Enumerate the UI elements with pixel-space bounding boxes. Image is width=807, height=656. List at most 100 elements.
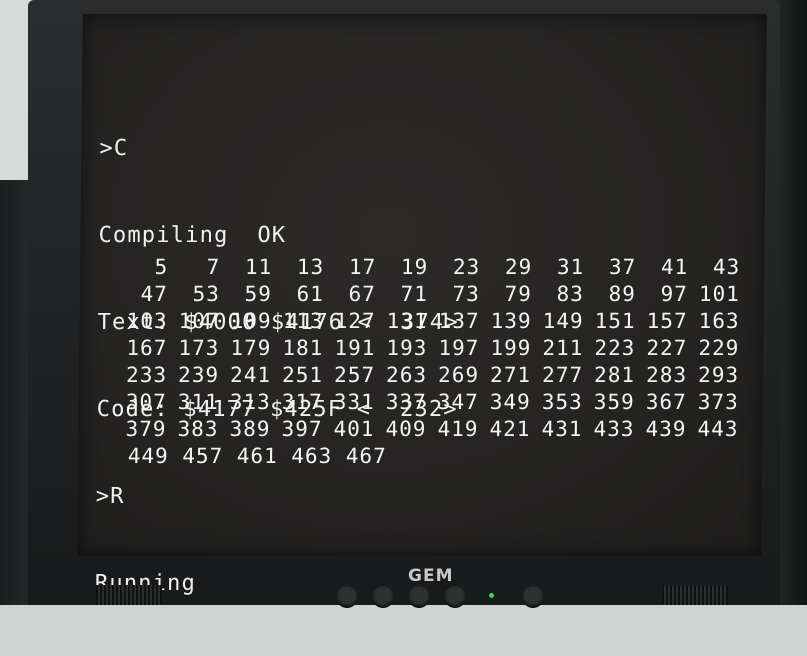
prime-value: 449 [127, 444, 169, 468]
prime-value: 157 [646, 309, 688, 333]
prime-value: 11 [244, 255, 273, 279]
prime-value: 41 [660, 255, 689, 279]
prime-value: 67 [348, 282, 377, 306]
prime-value: 307 [125, 390, 167, 414]
prime-value: 239 [177, 363, 220, 387]
brand-logo: GEM [408, 566, 454, 586]
prime-value: 457 [182, 444, 224, 468]
prime-value: 431 [541, 417, 583, 441]
prime-value: 233 [125, 363, 168, 387]
prime-value: 421 [489, 417, 531, 441]
prime-value: 317 [281, 390, 323, 414]
terminal-line-compiling: Compiling OK [98, 223, 287, 248]
power-led [489, 593, 494, 598]
prime-value: 401 [333, 417, 375, 441]
prime-value: 211 [542, 336, 584, 360]
prime-value: 61 [296, 282, 325, 306]
prime-value: 151 [594, 309, 636, 333]
prime-value: 463 [291, 444, 333, 468]
prime-value: 419 [437, 417, 479, 441]
prime-value: 109 [230, 309, 272, 333]
prime-value: 13 [296, 255, 325, 279]
prime-value: 359 [593, 390, 635, 414]
prime-value: 263 [385, 363, 428, 387]
prime-value: 397 [281, 417, 323, 441]
prime-row: 167 173 179 181 191 193 197 199 211 223 227 229 [115, 335, 739, 362]
prime-row: 379 383 389 397 401 409 419 421 431 433 439 443 [114, 416, 738, 443]
right-speaker-grille [662, 585, 728, 605]
prime-value: 367 [645, 390, 687, 414]
prime-value: 227 [646, 336, 688, 360]
prime-value: 53 [192, 282, 221, 306]
prime-value: 347 [437, 390, 479, 414]
prime-value: 383 [177, 417, 219, 441]
prime-value: 409 [385, 417, 427, 441]
prime-value: 19 [400, 255, 429, 279]
prime-value: 149 [542, 309, 584, 333]
prime-value: 373 [697, 390, 739, 414]
prime-value: 101 [698, 282, 741, 306]
prime-row: 307 311 313 317 331 337 347 349 353 359 367 373 [115, 389, 739, 416]
prime-value: 223 [594, 336, 636, 360]
prime-value: 181 [282, 336, 324, 360]
prime-value: 349 [489, 390, 531, 414]
prime-value: 353 [541, 390, 583, 414]
prime-value: 59 [244, 282, 273, 306]
prime-value: 433 [593, 417, 635, 441]
prime-value: 283 [645, 363, 688, 387]
prime-value: 29 [504, 255, 533, 279]
prime-value: 313 [229, 390, 271, 414]
prime-value: 293 [697, 363, 740, 387]
prime-value: 251 [281, 363, 324, 387]
prime-value: 443 [697, 417, 739, 441]
left-speaker-grille [96, 585, 162, 605]
prime-row: 47 53 59 61 67 71 73 79 83 89 97 101 [116, 281, 740, 308]
prime-row: 449 457 461 463 467 [114, 443, 738, 470]
prime-value: 311 [177, 390, 219, 414]
terminal-line-command-r: >R [95, 484, 125, 509]
prime-value: 331 [333, 390, 375, 414]
prime-value: 389 [229, 417, 271, 441]
prime-value: 439 [645, 417, 687, 441]
prime-value: 127 [334, 309, 376, 333]
prime-value: 199 [490, 336, 532, 360]
prime-value: 139 [490, 309, 532, 333]
prime-value: 7 [206, 255, 221, 279]
prime-value: 193 [386, 336, 428, 360]
prime-value: 173 [178, 336, 220, 360]
prime-value: 31 [556, 255, 585, 279]
prime-value: 197 [438, 336, 480, 360]
prime-value: 337 [385, 390, 427, 414]
prime-value: 73 [452, 282, 481, 306]
prime-value: 269 [437, 363, 480, 387]
prime-value: 5 [154, 255, 169, 279]
prime-value: 167 [126, 336, 168, 360]
terminal-line-command-c: >C [99, 136, 129, 161]
prime-value: 241 [229, 363, 272, 387]
prime-value: 47 [140, 282, 169, 306]
prime-value: 467 [345, 444, 387, 468]
prime-value: 89 [608, 282, 637, 306]
prime-value: 191 [334, 336, 376, 360]
prime-value: 271 [489, 363, 532, 387]
prime-value: 17 [348, 255, 377, 279]
prime-value: 277 [541, 363, 584, 387]
monitor-screen: >C Compiling OK Text: $4000 $4176 < 374>… [77, 14, 767, 596]
prime-value: 113 [282, 309, 324, 333]
prime-value: 103 [126, 309, 168, 333]
prime-value: 83 [556, 282, 585, 306]
prime-value: 179 [230, 336, 272, 360]
prime-value: 131 [386, 309, 428, 333]
prime-value: 461 [236, 444, 278, 468]
prime-row: 233 239 241 251 257 263 269 271 277 281 283 293 [115, 362, 739, 389]
prime-row: 103 107 109 113 127 131 137 139 149 151 157 163 [115, 308, 740, 335]
prime-value: 43 [712, 255, 741, 279]
prime-value: 71 [400, 282, 429, 306]
prime-value: 257 [333, 363, 376, 387]
prime-number-grid: 5 7 11 13 17 19 23 29 31 37 41 43 47 53 59 61 67 71 73 79 83… [114, 254, 740, 470]
prime-value: 37 [608, 255, 637, 279]
prime-value: 107 [178, 309, 220, 333]
prime-value: 137 [438, 309, 480, 333]
prime-value: 23 [452, 255, 481, 279]
prime-row: 5 7 11 13 17 19 23 29 31 37 41 43 [116, 254, 740, 281]
